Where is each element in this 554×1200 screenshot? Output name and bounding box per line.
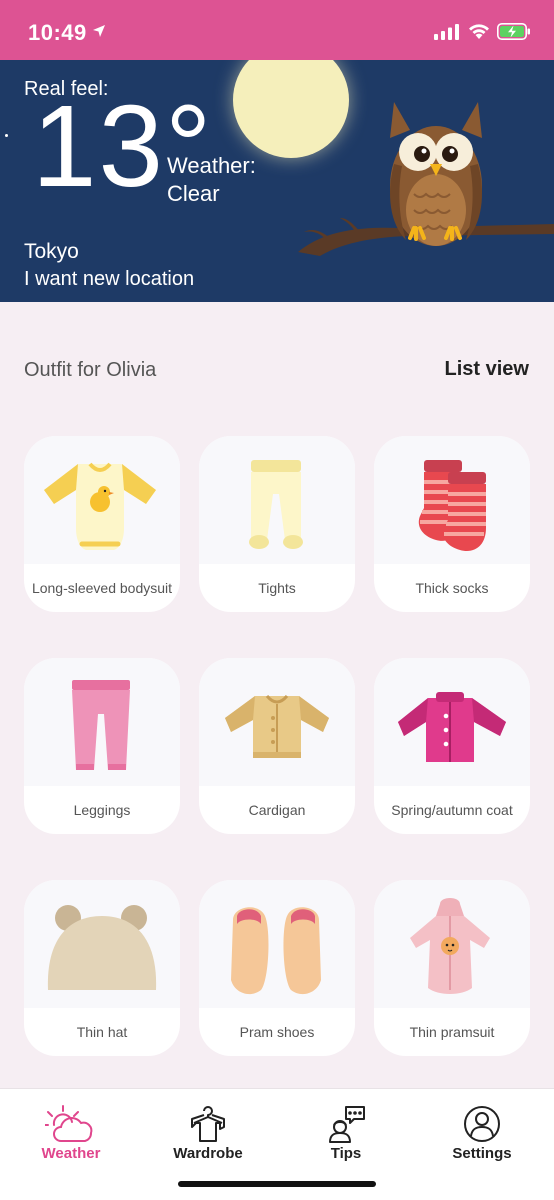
outfit-item-label: Pram shoes [239, 1023, 315, 1040]
tab-label: Wardrobe [173, 1145, 243, 1162]
hat-icon [47, 905, 157, 990]
settings-icon [464, 1106, 500, 1142]
weather-icon [45, 1105, 93, 1142]
weather-header: Real feel: 13° Weather: Clear Tokyo I wa… [0, 60, 554, 302]
tab-label: Weather [41, 1145, 101, 1162]
tab-label: Tips [330, 1145, 362, 1162]
weather-condition-label: Weather: [167, 153, 256, 178]
tips-icon [329, 1106, 365, 1143]
outfit-item-card[interactable]: Long-sleeved bodysuit [24, 436, 180, 612]
outfit-item-label: Spring/autumn coat [391, 801, 513, 818]
leggings-icon [72, 680, 130, 770]
cardigan-icon [225, 694, 329, 758]
tab-settings[interactable]: Settings [427, 1105, 537, 1165]
outfit-item-label: Thick socks [415, 579, 489, 596]
outfit-item-card[interactable]: Pram shoes [199, 880, 355, 1056]
city-name: Tokyo [24, 240, 79, 263]
home-indicator[interactable] [178, 1181, 376, 1187]
outfit-item-card[interactable]: Thin hat [24, 880, 180, 1056]
socks-icon [418, 460, 486, 552]
tab-label: Settings [452, 1145, 512, 1162]
outfit-item-label: Long-sleeved bodysuit [31, 579, 173, 596]
status-time: 10:49 [28, 20, 87, 45]
outfit-item-card[interactable]: Thin pramsuit [374, 880, 530, 1056]
wifi-icon [469, 24, 489, 39]
outfit-item-label: Cardigan [248, 801, 306, 818]
tab-tips[interactable]: Tips [291, 1105, 401, 1165]
outfit-item-label: Thin pramsuit [409, 1023, 495, 1040]
tab-weather[interactable]: Weather [16, 1105, 126, 1165]
outfit-item-card[interactable]: Tights [199, 436, 355, 612]
location-arrow-icon [93, 25, 105, 37]
outfit-title: Outfit for Olivia [24, 359, 157, 381]
outfit-item-card[interactable]: Spring/autumn coat [374, 658, 530, 834]
status-bar: 10:49 [0, 0, 554, 60]
tights-icon [249, 460, 303, 549]
wardrobe-icon [191, 1106, 225, 1142]
owl-illustration [298, 102, 554, 256]
outfit-item-label: Thin hat [76, 1023, 128, 1040]
coat-icon [398, 692, 506, 762]
shoes-icon [231, 907, 321, 995]
change-location-link[interactable]: I want new location [24, 268, 194, 291]
outfit-item-card[interactable]: Cardigan [199, 658, 355, 834]
tab-wardrobe[interactable]: Wardrobe [153, 1105, 263, 1165]
outfit-item-card[interactable]: Thick socks [374, 436, 530, 612]
outfit-item-label: Leggings [73, 801, 131, 818]
list-view-button[interactable]: List view [445, 358, 529, 381]
pramsuit-icon [410, 898, 490, 994]
outfit-item-card[interactable]: Leggings [24, 658, 180, 834]
outfit-item-label: Tights [258, 579, 296, 596]
signal-icon [434, 24, 459, 40]
star-decoration [5, 134, 8, 137]
battery-charging-icon [497, 23, 530, 40]
weather-condition-value: Clear [167, 181, 220, 206]
bodysuit-icon [44, 462, 156, 550]
